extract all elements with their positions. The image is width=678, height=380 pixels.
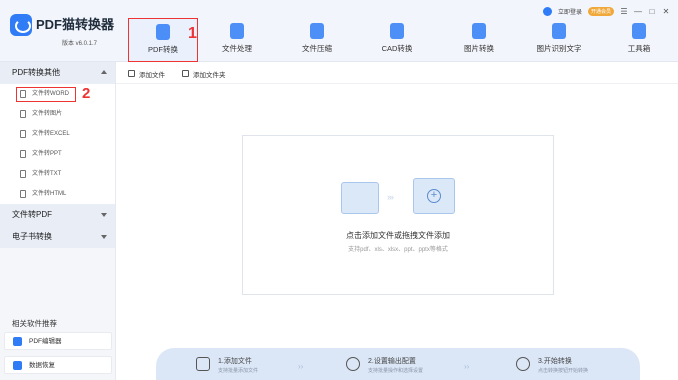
add-folder-icon bbox=[182, 70, 189, 77]
chevron-right-icon: ›› bbox=[298, 362, 304, 371]
add-file-button[interactable]: 添加文件 bbox=[128, 69, 165, 79]
sidebar-group-to-pdf[interactable]: 文件转PDF bbox=[0, 204, 115, 226]
chevron-up-icon bbox=[101, 70, 107, 74]
pdf-convert-icon bbox=[156, 24, 170, 40]
sidebar-item-to-excel[interactable]: 文件转EXCEL bbox=[0, 124, 115, 144]
sidebar-item-to-ppt[interactable]: 文件转PPT bbox=[0, 144, 115, 164]
dropzone-subtitle: 支持pdf、xls、xlsx、ppt、pptx等格式 bbox=[348, 247, 448, 253]
vip-badge[interactable]: 开通会员 bbox=[587, 6, 614, 16]
sidebar: PDF转换其他 文件转WORD 文件转图片 文件转EXCEL 文件转PPT 文件… bbox=[0, 62, 116, 380]
convert-icon bbox=[516, 357, 530, 371]
file-icon bbox=[20, 110, 26, 118]
folder-icon bbox=[341, 182, 379, 214]
chevron-right-icon: ›› bbox=[464, 362, 470, 371]
arrows-icon: ››› bbox=[387, 192, 394, 202]
header: PDF猫转换器 版本 v6.0.1.7 PDF转换 文件处理 文件压缩 CAD转… bbox=[0, 0, 678, 62]
pdf-editor-icon bbox=[13, 337, 22, 346]
maximize-button[interactable]: □ bbox=[648, 7, 656, 16]
chevron-down-icon bbox=[101, 235, 107, 239]
sidebar-group-pdf-other[interactable]: PDF转换其他 bbox=[0, 62, 115, 84]
file-icon bbox=[20, 190, 26, 198]
nav-file-process[interactable]: 文件处理 bbox=[202, 18, 272, 62]
steps-bar: 1.添加文件 支持批量添加文件 ›› 2.设置输出配置 支持批量操作和选择设置 … bbox=[156, 348, 640, 380]
user-avatar-icon[interactable] bbox=[542, 6, 552, 16]
nav-cad-convert[interactable]: CAD转换 bbox=[362, 18, 432, 62]
app-logo: PDF猫转换器 版本 v6.0.1.7 bbox=[6, 10, 116, 50]
file-process-icon bbox=[230, 23, 244, 39]
close-button[interactable]: ✕ bbox=[662, 7, 670, 16]
file-icon bbox=[20, 170, 26, 178]
plus-icon: + bbox=[427, 189, 441, 203]
folder-icon bbox=[196, 357, 210, 371]
sidebar-item-to-html[interactable]: 文件转HTML bbox=[0, 184, 115, 204]
add-folder-button[interactable]: 添加文件夹 bbox=[182, 69, 226, 79]
chevron-down-icon bbox=[101, 213, 107, 217]
app-logo-icon bbox=[10, 14, 32, 36]
file-dropzone[interactable]: ››› + 点击添加文件或拖拽文件添加 支持pdf、xls、xlsx、ppt、p… bbox=[242, 135, 554, 295]
sidebar-item-to-image[interactable]: 文件转图片 bbox=[0, 104, 115, 124]
file-icon bbox=[20, 150, 26, 158]
ocr-icon bbox=[552, 23, 566, 39]
nav-toolbox[interactable]: 工具箱 bbox=[604, 18, 674, 62]
data-recovery-icon bbox=[13, 361, 22, 370]
app-version: 版本 v6.0.1.7 bbox=[62, 41, 98, 47]
recommend-title: 相关软件推荐 bbox=[12, 319, 57, 328]
nav-image-convert[interactable]: 图片转换 bbox=[444, 18, 514, 62]
login-link[interactable]: 立即登录 bbox=[558, 7, 582, 16]
toolbar: 添加文件 添加文件夹 bbox=[116, 62, 678, 84]
recommend-pdf-editor[interactable]: PDF编辑器 bbox=[4, 332, 112, 350]
compress-icon bbox=[310, 23, 324, 39]
file-icon bbox=[20, 90, 26, 98]
nav-file-compress[interactable]: 文件压缩 bbox=[282, 18, 352, 62]
menu-icon[interactable]: ☰ bbox=[620, 7, 628, 16]
settings-icon bbox=[346, 357, 360, 371]
annotation-2: 2 bbox=[82, 85, 91, 102]
sidebar-item-to-txt[interactable]: 文件转TXT bbox=[0, 164, 115, 184]
dropzone-illustration: ››› + bbox=[341, 178, 459, 218]
window-controls: 立即登录 开通会员 ☰ — □ ✕ bbox=[542, 4, 670, 18]
sidebar-group-ebook[interactable]: 电子书转换 bbox=[0, 226, 115, 248]
file-icon bbox=[20, 130, 26, 138]
sidebar-item-to-word[interactable]: 文件转WORD bbox=[0, 84, 115, 104]
folder-add-icon: + bbox=[413, 178, 455, 214]
annotation-1: 1 bbox=[188, 25, 197, 42]
add-file-icon bbox=[128, 70, 135, 77]
toolbox-icon bbox=[632, 23, 646, 39]
nav-ocr[interactable]: 图片识别文字 bbox=[524, 18, 594, 62]
minimize-button[interactable]: — bbox=[634, 7, 642, 16]
dropzone-title: 点击添加文件或拖拽文件添加 bbox=[346, 231, 450, 240]
image-icon bbox=[472, 23, 486, 39]
cad-icon bbox=[390, 23, 404, 39]
app-title: PDF猫转换器 bbox=[36, 17, 115, 32]
recommend-data-recovery[interactable]: 数据恢复 bbox=[4, 356, 112, 374]
